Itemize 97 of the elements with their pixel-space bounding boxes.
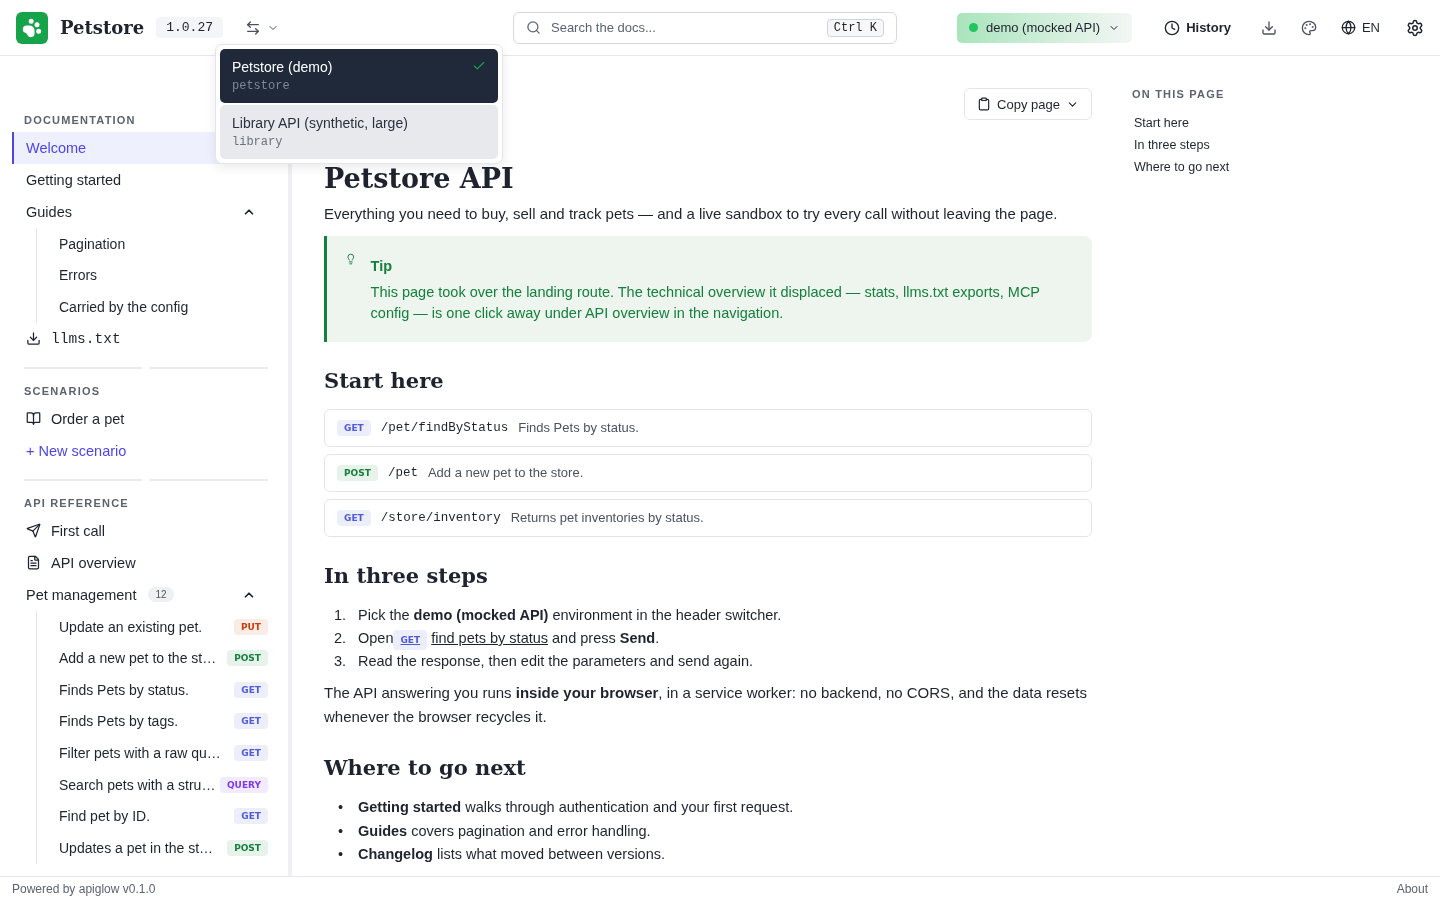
nav-item[interactable]: First call: [12, 514, 268, 547]
endpoint-card[interactable]: GET /pet/findByStatus Finds Pets by status.: [324, 408, 1092, 447]
powered-by-text: Powered by apiglow v0.1.0: [12, 881, 156, 896]
nav-item[interactable]: Add a new pet to the st…: [59, 650, 217, 667]
clipboard-icon: [977, 97, 992, 111]
nav-item[interactable]: Finds Pets by tags.: [59, 713, 179, 730]
download-icon: [26, 331, 41, 347]
nav-group[interactable]: Guides: [12, 196, 268, 228]
next-step-text: Getting started walks through authentication and your first request.: [358, 798, 794, 818]
language-button[interactable]: EN: [1336, 16, 1384, 39]
next-step-text: Changelog lists what moved between versions.: [358, 844, 666, 864]
intro-text: Everything you need to buy, sell and track pets — and a live sandbox to try every call without leaving the page.: [324, 203, 1059, 224]
method-badge: POST: [227, 650, 268, 667]
bullet: •: [337, 798, 345, 818]
download-icon[interactable]: [1260, 19, 1277, 36]
api-menu-item[interactable]: Petstore (demo) petstore: [220, 49, 498, 103]
toc-title: ON THIS PAGE: [1132, 88, 1226, 100]
shortcut-key: Ctrl K: [826, 18, 884, 37]
search-box[interactable]: Search the docs... Ctrl K: [513, 11, 897, 44]
next-step-text: Guides covers pagination and error handling.: [358, 821, 651, 841]
copy-page-button[interactable]: Copy page: [964, 88, 1092, 120]
section-heading: Start here: [324, 367, 445, 393]
nav-item[interactable]: Pagination: [59, 235, 126, 252]
section-title: API REFERENCE: [23, 496, 129, 509]
globe-icon: [1340, 20, 1356, 35]
tip-text: This page took over the landing route. The technical overview it displaced — stats, llms.txt exports, MCP config — is one click away under API overview in the navigation.: [370, 282, 1041, 323]
bullet: •: [337, 844, 345, 864]
section-title: DOCUMENTATION: [23, 114, 136, 126]
paper-plane-icon: [26, 523, 41, 539]
page-title: Petstore API: [324, 164, 515, 194]
endpoint-summary: Add a new pet to the store.: [427, 465, 584, 481]
version-tag: 1.0.27: [156, 17, 224, 38]
method-badge: GET: [234, 681, 268, 698]
endpoint-path: /pet: [387, 465, 418, 480]
endpoint-summary: Returns pet inventories by status.: [510, 510, 704, 526]
section-heading: In three steps: [324, 562, 489, 588]
method-badge: PUT: [233, 618, 268, 635]
endpoint-path: /pet/findByStatus: [380, 420, 509, 435]
endpoint-summary: Finds Pets by status.: [518, 420, 639, 436]
swap-arrows-icon: [245, 19, 262, 36]
toc-link[interactable]: Where to go next: [1132, 156, 1232, 178]
step-text: Open: [358, 628, 394, 648]
nav-item[interactable]: Errors: [59, 267, 98, 284]
nav-item[interactable]: Finds Pets by status.: [59, 681, 189, 698]
step-number: 2.: [334, 628, 348, 648]
search-icon: [526, 20, 541, 35]
method-badge: GET: [234, 713, 268, 730]
nav-item[interactable]: Updates a pet in the st…: [59, 839, 214, 856]
document-icon: [26, 555, 41, 571]
endpoint-card[interactable]: POST /pet Add a new pet to the store.: [324, 453, 1092, 492]
book-icon: [26, 411, 41, 427]
tip-title: Tip: [370, 257, 394, 274]
nav-item[interactable]: Update an existing pet.: [59, 618, 203, 635]
method-badge: GET: [393, 629, 428, 651]
nav-group[interactable]: Pet management 12: [12, 578, 268, 611]
environment-button[interactable]: demo (mocked API): [957, 12, 1133, 43]
endpoint-card[interactable]: GET /store/inventory Returns pet inventories by status.: [324, 498, 1092, 537]
method-badge: POST: [337, 464, 378, 481]
step-number: 3.: [334, 652, 348, 672]
method-badge: QUERY: [219, 776, 268, 793]
api-menu-item[interactable]: Library API (synthetic, large) library: [220, 105, 498, 159]
settings-icon[interactable]: [1406, 18, 1424, 37]
method-badge: GET: [234, 744, 268, 761]
step-text: and press Send.: [552, 628, 660, 648]
about-link[interactable]: About: [1396, 881, 1428, 896]
note-text: The API answering you runs inside your browser, in a service worker: no backend, no CORS, and the data resets whenever the browser recycles it.: [324, 684, 1087, 726]
nav-item[interactable]: Getting started: [12, 164, 268, 196]
step-number: 1.: [334, 605, 348, 625]
step-text: Pick the demo (mocked API) environment in the header switcher.: [358, 605, 782, 625]
search-field[interactable]: Search the docs...: [549, 19, 819, 36]
endpoint-link[interactable]: find pets by status: [431, 626, 549, 651]
method-badge: GET: [337, 509, 371, 526]
check-icon: [472, 59, 486, 73]
palette-icon[interactable]: [1300, 19, 1317, 36]
nav-item[interactable]: Filter pets with a raw qu…: [59, 744, 221, 761]
bullet: •: [337, 821, 345, 841]
nav-item[interactable]: Carried by the config: [59, 299, 189, 315]
method-badge: GET: [234, 808, 268, 825]
nav-item[interactable]: Search pets with a stru…: [59, 776, 216, 793]
paw-logo-icon[interactable]: [16, 11, 48, 44]
step-text: Read the response, then edit the parameters and send again.: [358, 652, 753, 672]
new-scenario-link[interactable]: + New scenario: [12, 434, 268, 467]
section-title: SCENARIOS: [23, 384, 101, 397]
clock-icon: [1164, 19, 1181, 36]
brand-name: Petstore: [60, 17, 145, 38]
method-badge: POST: [227, 839, 268, 856]
endpoint-path: /store/inventory: [380, 510, 501, 525]
nav-item[interactable]: API overview: [12, 546, 268, 579]
count-badge: 12: [148, 587, 174, 603]
nav-item[interactable]: Order a pet: [12, 402, 268, 435]
toc-link[interactable]: Start here: [1132, 112, 1232, 134]
toc-link[interactable]: In three steps: [1132, 134, 1232, 156]
history-button[interactable]: History: [1160, 15, 1235, 40]
nav-item[interactable]: Find pet by ID.: [59, 808, 151, 825]
section-heading: Where to go next: [324, 755, 527, 781]
nav-item[interactable]: llms.txt: [12, 322, 268, 355]
method-badge: GET: [337, 419, 371, 436]
